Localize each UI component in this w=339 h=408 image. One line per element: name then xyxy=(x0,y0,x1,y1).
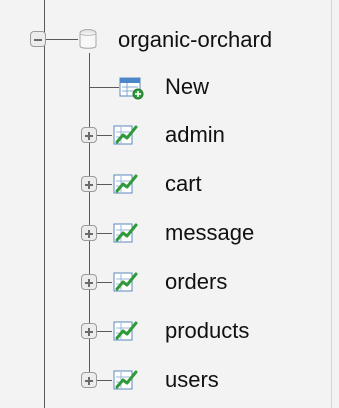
tree-line-root xyxy=(44,0,45,408)
panel-border xyxy=(331,0,332,408)
expand-toggle-message[interactable] xyxy=(81,225,97,241)
table-icon xyxy=(113,125,138,145)
tree-connector-admin xyxy=(97,135,112,136)
database-icon xyxy=(79,29,97,49)
expand-toggle-admin[interactable] xyxy=(81,127,97,143)
database-label[interactable]: organic-orchard xyxy=(118,27,272,53)
table-link-message[interactable]: message xyxy=(165,220,254,246)
table-link-users[interactable]: users xyxy=(165,367,219,393)
tree-connector-cart xyxy=(97,184,112,185)
tree-connector-db-icon xyxy=(46,39,78,40)
table-icon xyxy=(113,272,138,292)
table-link-products[interactable]: products xyxy=(165,318,249,344)
table-link-orders[interactable]: orders xyxy=(165,269,227,295)
collapse-toggle-organic-orchard[interactable] xyxy=(30,31,46,47)
table-icon xyxy=(113,223,138,243)
expand-toggle-products[interactable] xyxy=(81,323,97,339)
table-icon xyxy=(113,321,138,341)
tree-connector-new xyxy=(89,87,119,88)
table-link-admin[interactable]: admin xyxy=(165,122,225,148)
tree-connector-message xyxy=(97,233,112,234)
new-table-link[interactable]: New xyxy=(165,74,209,100)
expand-toggle-orders[interactable] xyxy=(81,274,97,290)
tree-connector-products xyxy=(97,331,112,332)
new-table-icon[interactable] xyxy=(119,76,145,100)
table-icon xyxy=(113,174,138,194)
expand-toggle-users[interactable] xyxy=(81,372,97,388)
navigation-tree-panel: organic-orchard New admin cart message o… xyxy=(0,0,339,408)
table-link-cart[interactable]: cart xyxy=(165,171,202,197)
tree-connector-users xyxy=(97,380,112,381)
expand-toggle-cart[interactable] xyxy=(81,176,97,192)
table-icon xyxy=(113,370,138,390)
tree-connector-orders xyxy=(97,282,112,283)
